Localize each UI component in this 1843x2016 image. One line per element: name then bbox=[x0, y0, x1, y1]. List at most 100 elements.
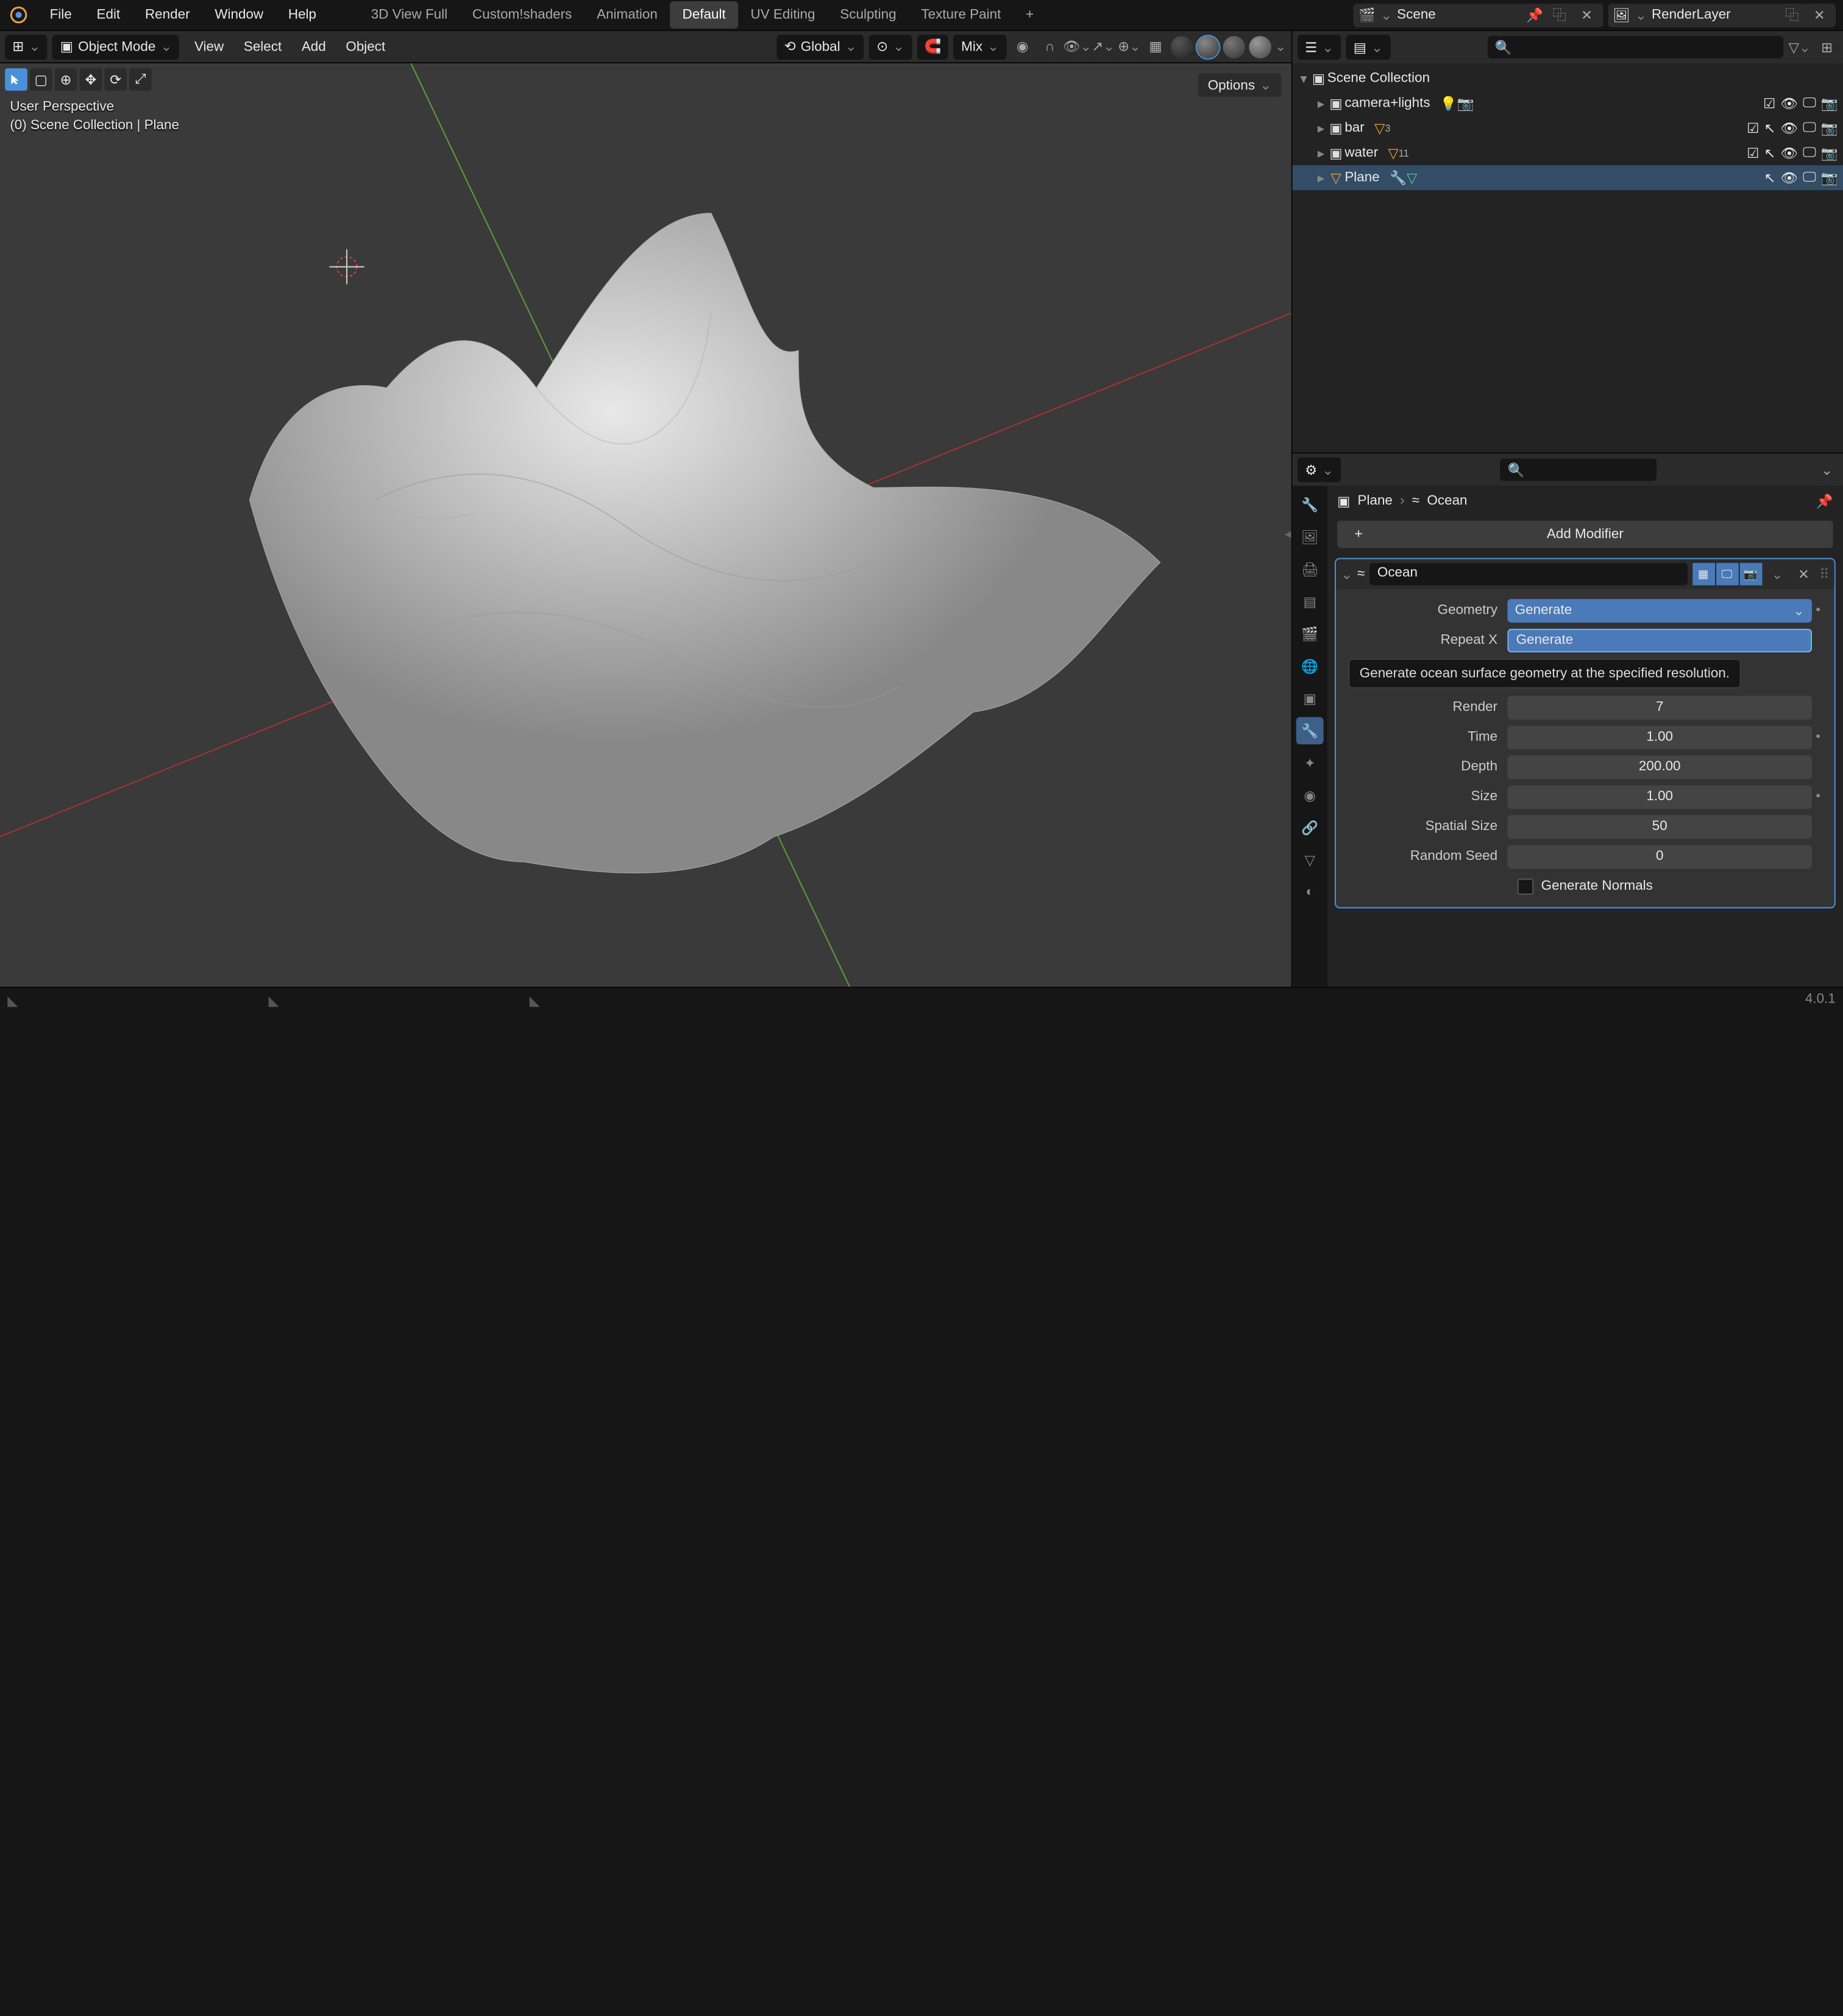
mod-extras-dropdown[interactable]: ⌄ bbox=[1767, 566, 1788, 583]
mod-delete-button[interactable]: ✕ bbox=[1793, 566, 1814, 583]
outliner-item[interactable]: ▸ ▣ water ▽11 ☑↖👁🖵📷 bbox=[1293, 140, 1843, 165]
render-tab[interactable]: 🖼 bbox=[1296, 523, 1324, 550]
viewlayer-name-input[interactable] bbox=[1652, 7, 1776, 22]
select-menu[interactable]: Select bbox=[234, 34, 292, 59]
properties-search-input[interactable] bbox=[1530, 463, 1649, 477]
data-tab[interactable]: ▽ bbox=[1296, 847, 1324, 874]
menu-edit[interactable]: Edit bbox=[84, 2, 132, 27]
world-tab[interactable]: 🌐 bbox=[1296, 653, 1324, 680]
overlay-toggle[interactable]: ⊕⌄ bbox=[1118, 35, 1141, 58]
disclosure-icon[interactable]: ▸ bbox=[1315, 95, 1327, 112]
modifier-tab[interactable]: 🔧 bbox=[1296, 717, 1324, 745]
spatial-size-input[interactable]: 50 bbox=[1507, 815, 1812, 839]
material-shading[interactable] bbox=[1223, 35, 1245, 58]
new-scene-button[interactable]: ⿻ bbox=[1548, 4, 1571, 26]
add-workspace-button[interactable]: + bbox=[1014, 1, 1046, 29]
area-corner[interactable]: ◣ bbox=[7, 992, 20, 1004]
output-tab[interactable]: 🖨 bbox=[1296, 555, 1324, 583]
outliner-scene-collection[interactable]: ▾ ▣ Scene Collection bbox=[1293, 66, 1843, 91]
disclosure-icon[interactable]: ▸ bbox=[1315, 145, 1327, 161]
properties-editor-type[interactable]: ⚙⌄ bbox=[1298, 457, 1341, 482]
selectable-toggle[interactable]: ↖ bbox=[1764, 169, 1776, 186]
disable-viewport-toggle[interactable]: 🖵 bbox=[1803, 95, 1816, 112]
rendered-shading[interactable] bbox=[1249, 35, 1271, 58]
outliner-display-mode[interactable]: ▤⌄ bbox=[1346, 35, 1391, 60]
scene-tab[interactable]: 🎬 bbox=[1296, 620, 1324, 648]
depth-input[interactable]: 200.00 bbox=[1507, 755, 1812, 779]
menu-window[interactable]: Window bbox=[202, 2, 276, 27]
new-viewlayer-button[interactable]: ⿻ bbox=[1781, 4, 1803, 26]
exclude-checkbox[interactable]: ☑ bbox=[1763, 95, 1775, 112]
object-tab[interactable]: ▣ bbox=[1296, 685, 1324, 712]
3d-viewport[interactable]: ▢ ⊕ ✥ ⟳ ⤢ User Perspective (0) Scene Col… bbox=[0, 63, 1291, 987]
area-corner[interactable]: ◣ bbox=[268, 992, 280, 1004]
hide-viewport-toggle[interactable]: 👁 bbox=[1780, 169, 1797, 186]
size-input[interactable]: 1.00 bbox=[1507, 785, 1812, 809]
add-menu[interactable]: Add bbox=[292, 34, 336, 59]
disable-render-toggle[interactable]: 📷 bbox=[1821, 169, 1838, 186]
view-menu[interactable]: View bbox=[185, 34, 234, 59]
selectable-toggle[interactable]: ↖ bbox=[1764, 120, 1776, 137]
workspace-tab[interactable]: Texture Paint bbox=[909, 1, 1014, 29]
outliner-item[interactable]: ▸ ▣ camera+lights 💡 📷 ☑👁🖵📷 bbox=[1293, 91, 1843, 116]
animate-property-button[interactable]: • bbox=[1812, 729, 1824, 744]
blender-logo-icon[interactable] bbox=[7, 4, 30, 26]
animate-property-button[interactable]: • bbox=[1812, 789, 1824, 804]
workspace-tab[interactable]: 3D View Full bbox=[358, 1, 460, 29]
disclosure-icon[interactable]: ▸ bbox=[1315, 169, 1327, 186]
breadcrumb-modifier[interactable]: Ocean bbox=[1427, 494, 1467, 508]
disable-viewport-toggle[interactable]: 🖵 bbox=[1803, 145, 1816, 161]
editor-type-selector[interactable]: ⊞⌄ bbox=[5, 34, 48, 59]
particle-tab[interactable]: ✦ bbox=[1296, 750, 1324, 777]
mod-realtime-toggle[interactable]: 🖵 bbox=[1716, 563, 1738, 586]
object-menu[interactable]: Object bbox=[336, 34, 395, 59]
repeatx-dropdown-open[interactable]: Generate bbox=[1507, 628, 1812, 652]
xray-toggle[interactable]: ▦ bbox=[1145, 35, 1167, 58]
tool-tab[interactable]: 🔧 bbox=[1296, 491, 1324, 518]
mod-drag-handle[interactable]: ⠿ bbox=[1819, 566, 1829, 583]
constraint-tab[interactable]: 🔗 bbox=[1296, 814, 1324, 842]
proportional-falloff[interactable]: ∩ bbox=[1039, 35, 1061, 58]
time-input[interactable]: 1.00 bbox=[1507, 725, 1812, 749]
viewlayer-tab[interactable]: ▤ bbox=[1296, 587, 1324, 615]
properties-options[interactable]: ⌄ bbox=[1816, 458, 1838, 481]
exclude-checkbox[interactable]: ☑ bbox=[1747, 120, 1759, 137]
breadcrumb-object[interactable]: Plane bbox=[1358, 494, 1393, 508]
workspace-tab-active[interactable]: Default bbox=[670, 1, 738, 29]
disable-render-toggle[interactable]: 📷 bbox=[1821, 145, 1838, 161]
workspace-tab[interactable]: Custom!shaders bbox=[460, 1, 584, 29]
proportional-edit-toggle[interactable]: ◉ bbox=[1011, 35, 1034, 58]
snap-mode-selector[interactable]: Mix⌄ bbox=[954, 34, 1006, 59]
pin-icon[interactable]: 📌 bbox=[1526, 7, 1543, 23]
exclude-checkbox[interactable]: ☑ bbox=[1747, 145, 1759, 161]
add-modifier-button[interactable]: + Add Modifier bbox=[1337, 520, 1833, 548]
disable-viewport-toggle[interactable]: 🖵 bbox=[1803, 120, 1816, 137]
outliner-search[interactable]: 🔍 bbox=[1487, 36, 1783, 59]
mod-edit-mode-toggle[interactable]: ▦ bbox=[1692, 563, 1714, 586]
mod-render-toggle[interactable]: 📷 bbox=[1739, 563, 1762, 586]
scene-name-input[interactable] bbox=[1397, 7, 1521, 22]
pin-icon[interactable]: 📌 bbox=[1816, 493, 1833, 509]
workspace-tab[interactable]: Animation bbox=[584, 1, 670, 29]
viewlayer-selector[interactable]: 🖼 ⌄ ⿻ ✕ bbox=[1608, 3, 1836, 27]
hide-viewport-toggle[interactable]: 👁 bbox=[1780, 120, 1797, 137]
wireframe-shading[interactable] bbox=[1170, 35, 1193, 58]
generate-normals-checkbox[interactable] bbox=[1518, 878, 1534, 895]
snap-toggle[interactable]: 🧲 bbox=[917, 34, 948, 59]
outliner-editor-type[interactable]: ☰⌄ bbox=[1298, 35, 1341, 60]
outliner-item-active[interactable]: ▸ ▽ Plane 🔧 ▽ ↖👁🖵📷 bbox=[1293, 165, 1843, 190]
outliner-tree[interactable]: ▾ ▣ Scene Collection ▸ ▣ camera+lights 💡… bbox=[1293, 63, 1843, 452]
disable-render-toggle[interactable]: 📷 bbox=[1821, 95, 1838, 112]
modifier-name-input[interactable]: Ocean bbox=[1370, 563, 1687, 586]
outliner-filter-button[interactable]: ▽⌄ bbox=[1788, 36, 1811, 59]
new-collection-button[interactable]: ⊞ bbox=[1816, 36, 1838, 59]
sidebar-toggle[interactable]: ◂ bbox=[1284, 525, 1291, 542]
visibility-toggle[interactable]: 👁⌄ bbox=[1066, 35, 1088, 58]
mode-selector[interactable]: ▣Object Mode⌄ bbox=[53, 34, 180, 59]
menu-file[interactable]: File bbox=[37, 2, 84, 27]
menu-help[interactable]: Help bbox=[275, 2, 328, 27]
material-tab[interactable]: ◐ bbox=[1296, 879, 1324, 906]
geometry-dropdown[interactable]: Generate ⌄ bbox=[1507, 598, 1812, 622]
collapse-icon[interactable]: ⌄ bbox=[1341, 566, 1352, 583]
hide-viewport-toggle[interactable]: 👁 bbox=[1780, 145, 1797, 161]
